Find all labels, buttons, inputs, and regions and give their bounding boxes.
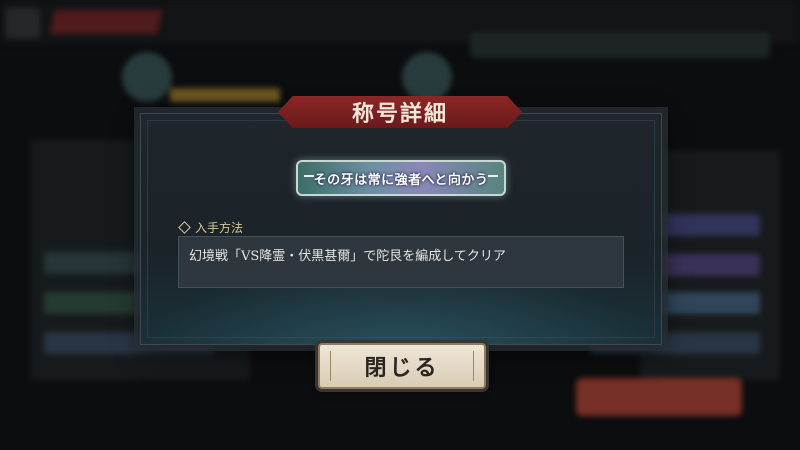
- acquire-method-label: 入手方法: [195, 221, 244, 235]
- title-plate-text: その牙は常に強者へと向かう: [313, 172, 489, 188]
- acquire-method-heading: 入手方法: [178, 219, 244, 236]
- plate-left-ornament: [304, 175, 314, 177]
- plate-right-ornament: [488, 175, 498, 177]
- dialog-header-banner: 称号詳細: [278, 96, 522, 128]
- close-button[interactable]: 閉じる: [318, 343, 486, 389]
- acquire-method-box: 幻境戦「VS降霊・伏黒甚爾」で陀艮を編成してクリア: [178, 236, 624, 288]
- close-button-label: 閉じる: [364, 355, 440, 381]
- diamond-icon: [178, 221, 191, 234]
- dialog-title: 称号詳細: [351, 101, 448, 127]
- acquire-method-text: 幻境戦「VS降霊・伏黒甚爾」で陀艮を編成してクリア: [189, 249, 506, 264]
- title-plate: その牙は常に強者へと向かう: [296, 160, 506, 196]
